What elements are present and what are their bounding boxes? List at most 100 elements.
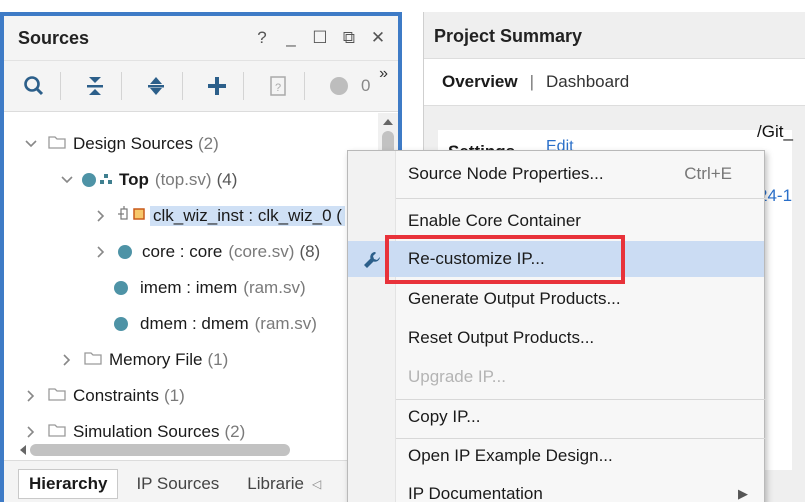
tree-item-dmem[interactable]: dmem : dmem (ram.sv): [114, 310, 317, 338]
menu-item-label: Source Node Properties...: [408, 164, 604, 183]
tree-item-memory-file[interactable]: Memory File (1): [60, 346, 228, 374]
sources-titlebar: Sources ? _ ☐ ⧉ ✕: [4, 16, 398, 60]
project-path-fragment: /Git_: [757, 122, 793, 141]
wrench-icon: [364, 252, 380, 268]
search-icon[interactable]: [20, 72, 48, 100]
collapse-all-icon[interactable]: [81, 72, 109, 100]
folder-icon: [48, 386, 66, 406]
folder-icon: [48, 422, 66, 442]
tree-count: (4): [216, 170, 238, 189]
chevron-down-icon[interactable]: [24, 137, 38, 151]
tab-ip-sources[interactable]: IP Sources: [126, 470, 229, 498]
tree-file: (core.sv): [228, 242, 295, 261]
submenu-arrow-icon: ▶: [738, 486, 748, 501]
module-dot-icon: [114, 281, 128, 295]
tree-label: dmem : dmem: [140, 314, 249, 333]
module-dot-icon: [118, 245, 132, 259]
tab-hierarchy[interactable]: Hierarchy: [18, 468, 119, 499]
toolbar-divider: [182, 72, 183, 100]
menu-separator: [396, 198, 766, 199]
folder-icon: [84, 350, 102, 370]
tree-label: Constraints: [73, 386, 159, 405]
tree-label: clk_wiz_inst : clk_wiz_0 (: [150, 206, 345, 226]
module-dot-icon: [114, 317, 128, 331]
tree-count: (1): [207, 350, 229, 369]
folder-icon: [48, 134, 66, 154]
help-doc-icon[interactable]: ?: [264, 72, 292, 100]
context-menu: Source Node Properties... Ctrl+E Enable …: [347, 150, 766, 502]
tree-item-core[interactable]: core : core (core.sv) (8): [94, 238, 320, 266]
chevron-right-icon[interactable]: [60, 353, 74, 367]
module-dot-icon: [82, 173, 96, 187]
status-count: 0: [361, 76, 371, 95]
tab-dashboard[interactable]: Dashboard: [546, 72, 629, 92]
project-summary-title: Project Summary: [434, 26, 583, 46]
sources-title: Sources: [18, 27, 90, 48]
tree-file: (ram.sv): [254, 314, 317, 333]
tree-item-top[interactable]: Top (top.sv) (4): [60, 166, 237, 194]
menu-item-label: Reset Output Products...: [408, 328, 595, 347]
chevron-right-icon[interactable]: [24, 389, 38, 403]
help-icon[interactable]: ?: [254, 28, 270, 48]
menu-item-ip-documentation[interactable]: IP Documentation ▶: [348, 476, 764, 502]
menu-item-label: Enable Core Container: [408, 211, 581, 230]
tree-count: (2): [198, 134, 219, 153]
tree-file: (top.sv): [154, 170, 212, 189]
menu-item-re-customize-ip[interactable]: Re-customize IP...: [348, 241, 764, 277]
tree-label: core : core: [142, 242, 223, 261]
float-icon[interactable]: ⧉: [341, 28, 357, 48]
sources-toolbar: ? 0 »: [4, 60, 398, 112]
chevron-right-icon[interactable]: [24, 425, 38, 439]
menu-item-copy-ip[interactable]: Copy IP...: [348, 399, 764, 435]
tree-label: Simulation Sources: [73, 422, 220, 441]
sources-tree: Design Sources (2) Top (top.sv) (4) clk_…: [4, 113, 398, 441]
tab-libraries[interactable]: Librarie: [237, 470, 314, 498]
chevron-right-icon[interactable]: [94, 245, 108, 259]
menu-item-shortcut: Ctrl+E: [684, 164, 732, 183]
menu-item-enable-core-container[interactable]: Enable Core Container: [348, 203, 764, 239]
toolbar-divider: [60, 72, 61, 100]
chevron-down-icon[interactable]: [60, 173, 74, 187]
expand-all-icon[interactable]: [142, 72, 170, 100]
tree-item-clk-wiz[interactable]: clk_wiz_inst : clk_wiz_0 (: [94, 202, 345, 230]
horizontal-scrollbar[interactable]: [18, 440, 358, 460]
minimize-icon[interactable]: _: [283, 28, 299, 48]
tab-overview[interactable]: Overview: [442, 72, 518, 92]
scroll-left-icon[interactable]: ◁: [312, 477, 321, 491]
toolbar-divider: [304, 72, 305, 100]
svg-text:?: ?: [275, 82, 281, 94]
status-dot-icon: [325, 72, 353, 100]
tree-item-design-sources[interactable]: Design Sources (2): [24, 130, 219, 158]
tree-count: (1): [163, 386, 185, 405]
sources-bottom-tabs: Hierarchy IP Sources Librarie ◁: [4, 460, 398, 502]
tree-label: Design Sources: [73, 134, 194, 153]
menu-item-label: IP Documentation: [408, 484, 543, 502]
menu-item-open-ip-example-design[interactable]: Open IP Example Design...: [348, 438, 764, 474]
menu-item-label: Copy IP...: [408, 407, 481, 426]
close-icon[interactable]: ✕: [370, 28, 386, 48]
toolbar-divider: [243, 72, 244, 100]
menu-item-label: Open IP Example Design...: [408, 446, 613, 465]
menu-item-label: Upgrade IP...: [408, 367, 506, 386]
ip-core-icon: [116, 205, 146, 227]
menu-item-upgrade-ip: Upgrade IP...: [348, 359, 764, 395]
toolbar-overflow-icon[interactable]: »: [379, 65, 388, 83]
tree-label: imem : imem: [140, 278, 238, 297]
tab-separator: |: [529, 72, 535, 91]
sources-panel: Sources ? _ ☐ ⧉ ✕ ? 0 » Design Sources (…: [0, 12, 402, 502]
add-sources-icon[interactable]: [203, 72, 231, 100]
tree-item-imem[interactable]: imem : imem (ram.sv): [114, 274, 306, 302]
menu-item-reset-output-products[interactable]: Reset Output Products...: [348, 320, 764, 356]
tree-file: (ram.sv): [243, 278, 306, 297]
tree-count: (8): [299, 242, 321, 261]
menu-item-label: Generate Output Products...: [408, 289, 621, 308]
tree-label: Memory File: [109, 350, 203, 369]
menu-item-label: Re-customize IP...: [408, 249, 545, 268]
project-summary-tabs: Overview | Dashboard: [424, 58, 805, 106]
chevron-right-icon[interactable]: [94, 209, 108, 223]
tree-item-constraints[interactable]: Constraints (1): [24, 382, 185, 410]
maximize-icon[interactable]: ☐: [312, 28, 328, 48]
menu-item-generate-output-products[interactable]: Generate Output Products...: [348, 281, 764, 317]
menu-item-source-node-properties[interactable]: Source Node Properties... Ctrl+E: [348, 156, 764, 192]
panel-controls: ? _ ☐ ⧉ ✕: [254, 28, 386, 48]
